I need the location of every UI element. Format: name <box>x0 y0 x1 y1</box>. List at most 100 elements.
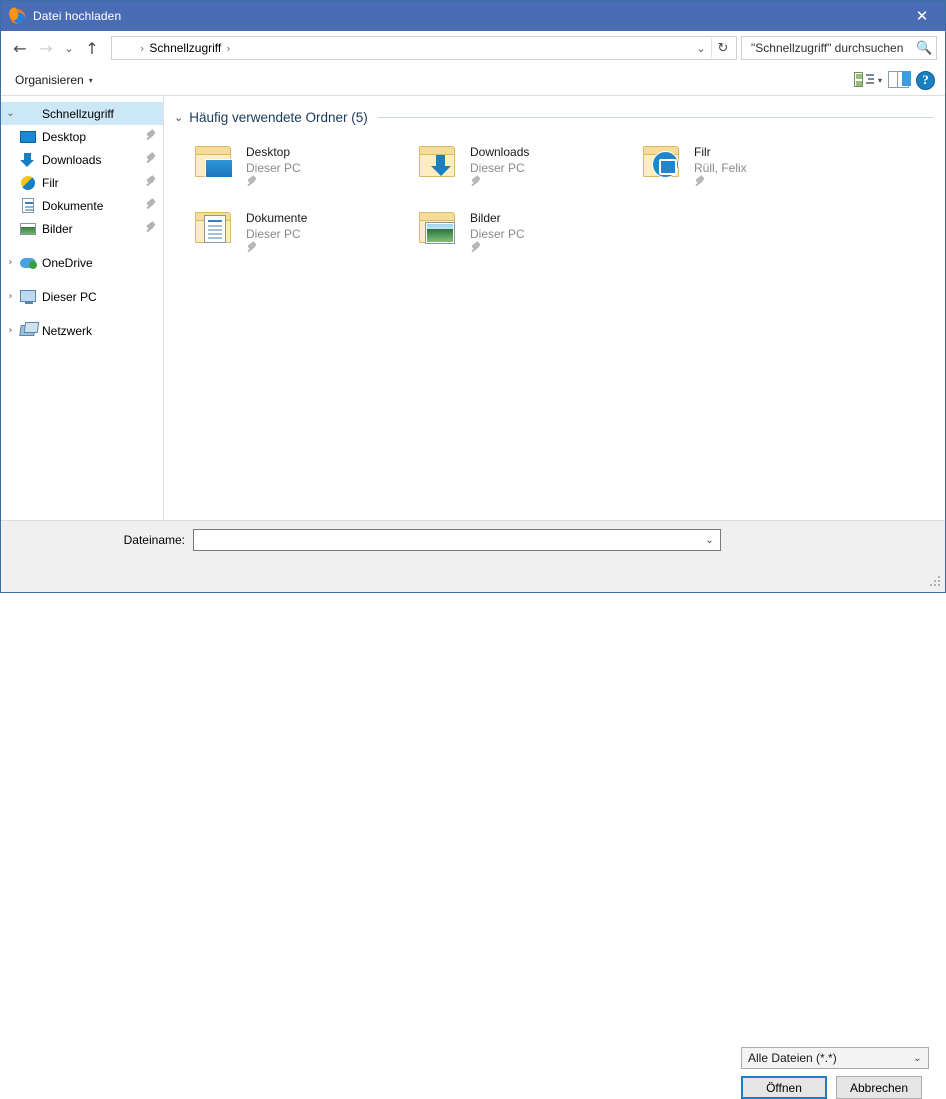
back-button[interactable]: ← <box>7 35 33 61</box>
folder-subtitle: Rüll, Felix <box>694 161 747 175</box>
pin-icon[interactable] <box>145 151 157 167</box>
chevron-down-icon: ▾ <box>88 75 93 85</box>
filetype-value: Alle Dateien (*.*) <box>748 1051 837 1065</box>
network-icon <box>19 323 36 339</box>
file-list-pane[interactable]: ⌄ Häufig verwendete Ordner (5) Desktop D… <box>164 96 945 520</box>
view-options-icon[interactable] <box>853 71 874 89</box>
up-button[interactable]: ↑ <box>79 35 105 61</box>
filetype-dropdown[interactable]: Alle Dateien (*.*) ⌄ <box>741 1047 929 1069</box>
preview-pane-icon[interactable] <box>886 70 912 90</box>
onedrive-icon <box>20 255 37 271</box>
filename-input[interactable] <box>198 532 701 548</box>
folder-documents-icon <box>192 208 238 252</box>
group-collapse-icon[interactable]: ⌄ <box>174 111 183 124</box>
sidebar-item-onedrive[interactable]: › OneDrive <box>1 251 163 274</box>
folder-name: Desktop <box>246 145 291 159</box>
folder-name: Filr <box>694 145 711 159</box>
sidebar-item-dokumente[interactable]: Dokumente <box>1 194 163 217</box>
address-dropdown-icon[interactable]: ⌄ <box>691 42 711 55</box>
sidebar-gap-3 <box>1 308 163 319</box>
window-title: Datei hochladen <box>33 9 122 23</box>
forward-button: → <box>39 38 53 58</box>
downloads-icon <box>20 152 36 168</box>
sidebar-item-desktop[interactable]: Desktop <box>1 125 163 148</box>
sidebar-item-label: Downloads <box>42 152 102 167</box>
folder-item-dokumente[interactable]: Dokumente Dieser PC <box>192 204 416 270</box>
open-button[interactable]: Öffnen <box>741 1076 827 1099</box>
folder-name: Downloads <box>470 145 530 159</box>
pin-icon[interactable] <box>145 174 157 190</box>
breadcrumb-separator-2[interactable]: › <box>221 42 235 55</box>
expander-icon[interactable]: › <box>1 325 20 336</box>
navigation-pane: ⌄ Schnellzugriff Desktop Downloads Filr <box>1 96 164 520</box>
folder-subtitle: Dieser PC <box>246 161 301 175</box>
organize-label: Organisieren <box>15 73 84 87</box>
filename-row: Dateiname: ⌄ <box>1 521 945 553</box>
refresh-icon[interactable]: ↻ <box>712 41 734 56</box>
file-upload-dialog: Datei hochladen ✕ ← → ⌄ ↑ › Schnellzugri… <box>0 0 946 1099</box>
search-box[interactable]: 🔍 <box>741 36 937 60</box>
dialog-buttons: Öffnen Abbrechen <box>741 1076 922 1099</box>
sidebar-gap-2 <box>1 274 163 285</box>
filename-combobox[interactable]: ⌄ <box>193 529 721 551</box>
folder-item-filr[interactable]: Filr Rüll, Felix <box>640 138 864 204</box>
help-icon[interactable]: ? <box>916 70 935 90</box>
folder-name: Dokumente <box>246 211 308 225</box>
sidebar-item-label: Dieser PC <box>42 289 97 304</box>
expander-icon[interactable]: › <box>1 291 20 302</box>
command-bar-right: ▾ ? <box>853 70 935 90</box>
organize-button[interactable]: Organisieren ▾ <box>15 73 93 87</box>
title-bar: Datei hochladen ✕ <box>1 1 945 31</box>
sidebar-item-label: Netzwerk <box>42 323 93 338</box>
sidebar-item-label: Desktop <box>42 129 87 144</box>
close-icon[interactable]: ✕ <box>899 1 945 31</box>
group-title: Häufig verwendete Ordner (5) <box>189 109 368 125</box>
folder-item-desktop[interactable]: Desktop Dieser PC <box>192 138 416 204</box>
folder-text: Downloads Dieser PC <box>470 142 530 186</box>
expander-icon[interactable]: ⌄ <box>1 108 20 119</box>
folder-subtitle: Dieser PC <box>246 227 301 241</box>
breadcrumb-current[interactable]: Schnellzugriff <box>149 41 221 55</box>
sidebar-item-label: Bilder <box>42 221 73 236</box>
command-bar: Organisieren ▾ ▾ ? <box>1 65 945 96</box>
pin-icon[interactable] <box>145 128 157 144</box>
address-bar[interactable]: › Schnellzugriff › ⌄ ↻ <box>111 36 737 60</box>
chevron-down-icon[interactable]: ⌄ <box>909 1053 926 1064</box>
sidebar-item-label: OneDrive <box>42 255 93 270</box>
sidebar-item-label: Filr <box>42 175 59 190</box>
recent-locations-button[interactable]: ⌄ <box>59 35 79 61</box>
this-pc-icon <box>20 289 36 305</box>
cancel-button[interactable]: Abbrechen <box>836 1076 922 1099</box>
view-chevron-down-icon[interactable]: ▾ <box>878 76 882 85</box>
address-bar-actions: ⌄ ↻ <box>691 38 734 58</box>
folder-text: Desktop Dieser PC <box>246 142 301 186</box>
sidebar-item-bilder[interactable]: Bilder <box>1 217 163 240</box>
sidebar-item-downloads[interactable]: Downloads <box>1 148 163 171</box>
sidebar-item-netzwerk[interactable]: › Netzwerk <box>1 319 163 342</box>
sidebar-item-schnellzugriff[interactable]: ⌄ Schnellzugriff <box>1 102 163 125</box>
folder-text: Bilder Dieser PC <box>470 208 525 252</box>
search-icon[interactable]: 🔍 <box>916 41 932 56</box>
search-input[interactable] <box>749 40 916 56</box>
expander-icon[interactable]: › <box>1 257 20 268</box>
sidebar-item-filr[interactable]: Filr <box>1 171 163 194</box>
folder-item-bilder[interactable]: Bilder Dieser PC <box>416 204 640 270</box>
folder-downloads-icon <box>416 142 462 186</box>
pin-icon[interactable] <box>145 220 157 236</box>
folder-item-downloads[interactable]: Downloads Dieser PC <box>416 138 640 204</box>
navigation-bar: ← → ⌄ ↑ › Schnellzugriff › ⌄ ↻ 🔍 <box>1 31 945 65</box>
pin-icon[interactable] <box>145 197 157 213</box>
group-header: ⌄ Häufig verwendete Ordner (5) <box>164 104 945 130</box>
sidebar-item-label: Dokumente <box>42 198 104 213</box>
filename-label: Dateiname: <box>123 533 185 547</box>
documents-icon <box>20 197 36 214</box>
breadcrumb-separator-1: › <box>140 41 145 55</box>
sidebar-item-dieser-pc[interactable]: › Dieser PC <box>1 285 163 308</box>
filr-icon <box>20 175 36 191</box>
group-divider <box>377 116 933 118</box>
folder-desktop-icon <box>192 142 238 186</box>
folder-subtitle: Dieser PC <box>470 161 525 175</box>
resize-grip[interactable] <box>929 576 942 589</box>
chevron-down-icon[interactable]: ⌄ <box>701 535 718 546</box>
folder-pictures-icon <box>416 208 462 252</box>
